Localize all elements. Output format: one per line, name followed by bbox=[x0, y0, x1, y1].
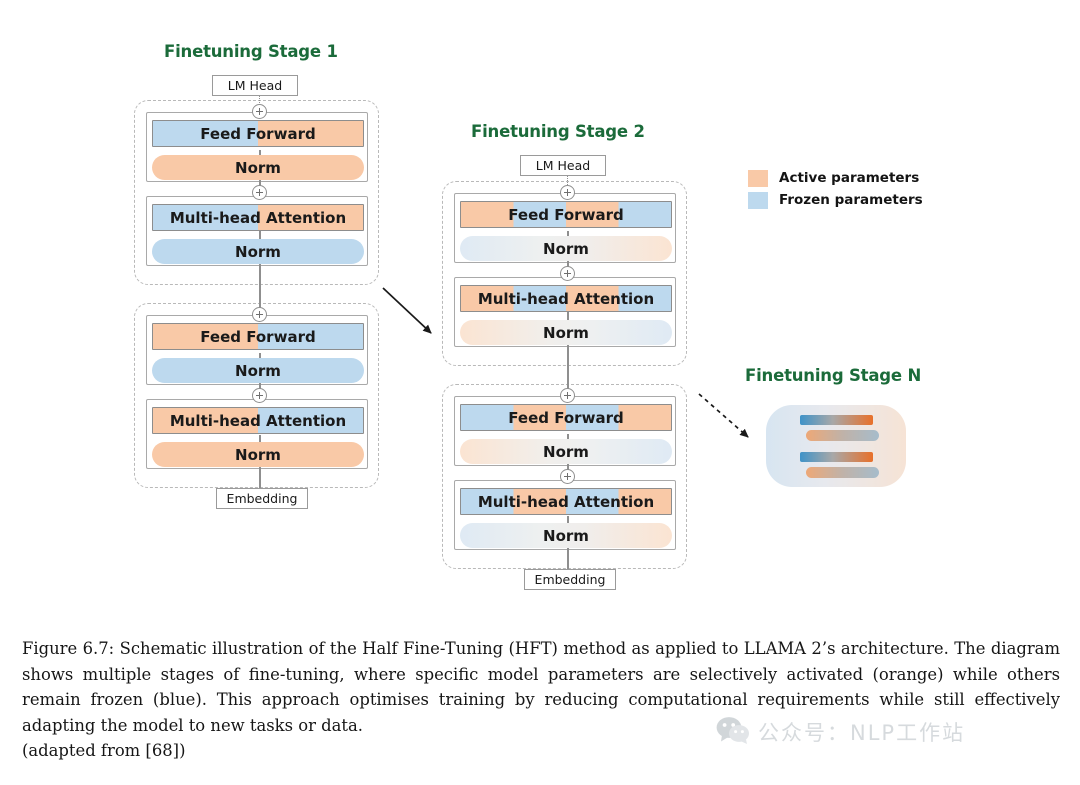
stage-2-layer-norm-4: Norm bbox=[460, 523, 672, 548]
stage-2-layer-norm-2: Norm bbox=[460, 320, 672, 345]
stage-1-layer-norm-4: Norm bbox=[152, 442, 364, 467]
layer-label: Norm bbox=[543, 323, 589, 342]
figure-canvas: Finetuning Stage 1 LM Head Feed Forward … bbox=[0, 0, 1080, 620]
layer-label: Norm bbox=[543, 442, 589, 461]
legend-swatch-frozen bbox=[748, 191, 768, 209]
stage-1-add-2 bbox=[252, 185, 267, 200]
stage-2-layer-norm-3: Norm bbox=[460, 439, 672, 464]
stage-1-title: Finetuning Stage 1 bbox=[164, 42, 338, 61]
layer-label: Feed Forward bbox=[508, 408, 624, 427]
stage-2-add-4 bbox=[560, 469, 575, 484]
layer-label: Norm bbox=[235, 158, 281, 177]
layer-label: Norm bbox=[543, 526, 589, 545]
layer-label: Norm bbox=[543, 239, 589, 258]
stage-2-add-3 bbox=[560, 388, 575, 403]
stage-n-title: Finetuning Stage N bbox=[745, 366, 922, 385]
stage-2-layer-multi-head-attention-2: Multi-head Attention bbox=[460, 488, 672, 515]
layer-label: Norm bbox=[235, 361, 281, 380]
layer-label: Norm bbox=[235, 445, 281, 464]
stage-1-layer-multi-head-attention-1: Multi-head Attention bbox=[152, 204, 364, 231]
layer-label: Multi-head Attention bbox=[477, 289, 655, 308]
legend-label-active: Active parameters bbox=[779, 170, 920, 186]
stage-2-layer-norm-1: Norm bbox=[460, 236, 672, 261]
caption-source: (adapted from [68]) bbox=[22, 741, 186, 760]
legend-item-active: Active parameters bbox=[748, 168, 923, 188]
layer-label: Multi-head Attention bbox=[477, 492, 655, 511]
stage-1-layer-norm-3: Norm bbox=[152, 358, 364, 383]
caption-label: Figure 6.7: bbox=[22, 639, 115, 658]
stage-1-layer-norm-2: Norm bbox=[152, 239, 364, 264]
layer-label: Feed Forward bbox=[508, 205, 624, 224]
legend-swatch-active bbox=[748, 169, 768, 187]
stage-2-title: Finetuning Stage 2 bbox=[471, 122, 645, 141]
stage-1-add-1 bbox=[252, 104, 267, 119]
stage-1-add-4 bbox=[252, 388, 267, 403]
layer-label: Norm bbox=[235, 242, 281, 261]
stage-2-add-1 bbox=[560, 185, 575, 200]
stage-2-layer-feed-forward-1: Feed Forward bbox=[460, 201, 672, 228]
stage-1-layer-feed-forward-2: Feed Forward bbox=[152, 323, 364, 350]
layer-label: Feed Forward bbox=[200, 124, 316, 143]
legend-label-frozen: Frozen parameters bbox=[779, 192, 923, 208]
stage-1-layer-multi-head-attention-2: Multi-head Attention bbox=[152, 407, 364, 434]
stage-1-layer-feed-forward-1: Feed Forward bbox=[152, 120, 364, 147]
stage-n-bar-4 bbox=[806, 467, 879, 478]
stage-2-add-2 bbox=[560, 266, 575, 281]
arrow-stage1-to-stage2 bbox=[382, 287, 432, 334]
stage-2-layer-multi-head-attention-1: Multi-head Attention bbox=[460, 285, 672, 312]
figure-caption: Figure 6.7: Schematic illustration of th… bbox=[22, 636, 1060, 764]
caption-body: Schematic illustration of the Half Fine-… bbox=[22, 639, 1060, 735]
layer-label: Multi-head Attention bbox=[169, 411, 347, 430]
stage-1-embedding-node: Embedding bbox=[216, 488, 308, 509]
stage-1-lm-head-node: LM Head bbox=[212, 75, 298, 96]
legend-item-frozen: Frozen parameters bbox=[748, 190, 923, 210]
stage-1-layer-norm-1: Norm bbox=[152, 155, 364, 180]
stage-n-bar-3 bbox=[800, 452, 873, 462]
stage-2-lm-head-node: LM Head bbox=[520, 155, 606, 176]
stage-1-add-3 bbox=[252, 307, 267, 322]
layer-label: Feed Forward bbox=[200, 327, 316, 346]
stage-2-layer-feed-forward-2: Feed Forward bbox=[460, 404, 672, 431]
stage-2-embedding-node: Embedding bbox=[524, 569, 616, 590]
stage-n-bar-2 bbox=[806, 430, 879, 441]
layer-label: Multi-head Attention bbox=[169, 208, 347, 227]
arrow-stage2-to-stage-n bbox=[698, 393, 749, 438]
stage-n-bar-1 bbox=[800, 415, 873, 425]
legend: Active parameters Frozen parameters bbox=[748, 168, 923, 212]
